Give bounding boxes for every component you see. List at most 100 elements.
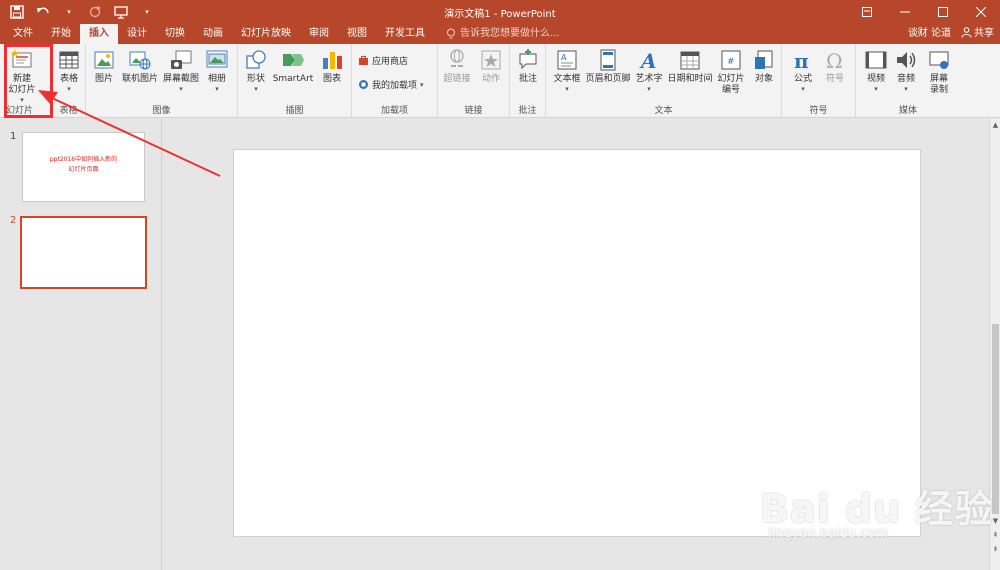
svg-text:A: A [561,53,567,62]
hyperlink-label: 超链接 [443,74,471,84]
svg-text:#: # [727,57,735,67]
person-icon [961,27,972,38]
tab-review[interactable]: 审阅 [300,24,338,44]
share-button[interactable]: 共享 [961,24,994,44]
slide-thumbnail-pane[interactable]: 1 ppt2016中如何插入新的 幻灯片页面 2 [0,119,162,570]
slide-number-button[interactable]: # 幻灯片 编号 [714,48,748,96]
equation-button[interactable]: π 公式 ▾ [788,48,818,93]
audio-button[interactable]: 音频 ▾ [892,48,920,93]
maximize-button[interactable] [924,0,962,24]
online-picture-label: 联机图片 [121,74,158,84]
symbol-button[interactable]: Ω 符号 [820,48,850,85]
group-tables: 表格 ▾ 表格 [52,44,86,118]
picture-icon [94,51,114,69]
minimize-button[interactable] [886,0,924,24]
wordart-icon: A [639,49,657,72]
tab-animations[interactable]: 动画 [194,24,232,44]
slide-thumbnail-1-text: ppt2016中如何插入新的 幻灯片页面 [49,156,118,173]
window-controls [848,0,1000,24]
comment-button[interactable]: 批注 [514,48,542,85]
group-label-links: 链接 [464,106,483,116]
table-icon [59,51,79,69]
chevron-down-icon: ▾ [215,85,219,93]
scrollbar-thumb[interactable] [992,324,999,514]
maximize-icon [938,7,948,17]
slide-thumbnail-1[interactable]: ppt2016中如何插入新的 幻灯片页面 [22,132,145,202]
album-button[interactable]: 相册 ▾ [202,48,232,93]
title-bar: ▾ ▾ 演示文稿1 - PowerPoint [0,0,1000,24]
screen-record-button[interactable]: 屏幕 录制 [924,48,954,96]
table-button[interactable]: 表格 ▾ [54,48,84,93]
share-label: 共享 [974,28,994,39]
tab-insert[interactable]: 插入 [80,24,118,44]
tab-home[interactable]: 开始 [42,24,80,44]
group-illustrations: 形状 ▾ SmartArt 图表 插图 [238,44,352,118]
group-label-symbols: 符号 [809,106,828,116]
screen-record-icon [929,51,949,69]
audio-label: 音频 [896,74,915,84]
store-button[interactable]: 应用商店 [358,54,408,67]
scroll-up-icon[interactable]: ▲ [991,121,1000,130]
screen-record-label: 屏幕 录制 [929,74,948,95]
omega-icon: Ω [826,49,843,72]
online-picture-icon [129,51,151,70]
tab-file[interactable]: 文件 [4,24,42,44]
chevron-down-icon: ▾ [647,85,651,93]
new-slide-button[interactable]: 新建 幻灯片 ▾ [4,48,40,104]
hyperlink-button[interactable]: 超链接 [440,48,474,85]
comment-label: 批注 [518,74,537,84]
header-footer-icon [600,49,616,71]
object-button[interactable]: 对象 [750,48,778,85]
next-slide-icon[interactable]: ⇟ [991,545,1000,554]
slide-number-1: 1 [10,131,17,142]
action-button[interactable]: 动作 [476,48,506,85]
group-text: A 文本框 ▾ 页眉和页脚 A 艺术字 ▾ 日期和时间 # 幻灯片 编号 对象 … [546,44,782,118]
close-button[interactable] [962,0,1000,24]
speaker-icon [897,52,916,68]
wordart-label: 艺术字 [635,74,663,84]
slide-thumbnail-2[interactable] [20,216,147,289]
hyperlink-icon [450,49,464,67]
tab-slideshow[interactable]: 幻灯片放映 [232,24,300,44]
scroll-down-icon[interactable]: ▼ [991,517,1000,526]
ribbon-options-icon [862,7,872,17]
svg-text:π: π [794,49,809,72]
tab-view[interactable]: 视图 [338,24,376,44]
svg-text:A: A [639,49,657,72]
header-footer-button[interactable]: 页眉和页脚 [584,48,632,85]
datetime-button[interactable]: 日期和时间 [666,48,714,85]
online-picture-button[interactable]: 联机图片 [120,48,160,85]
group-label-images: 图像 [152,106,171,116]
action-label: 动作 [481,74,500,84]
slide-edit-area [163,119,989,570]
smartart-label: SmartArt [272,74,314,84]
screenshot-button[interactable]: 屏幕截图 ▾ [162,48,200,93]
shapes-button[interactable]: 形状 ▾ [242,48,270,93]
textbox-button[interactable]: A 文本框 ▾ [550,48,584,93]
textbox-label: 文本框 [553,74,581,84]
ribbon-display-button[interactable] [848,0,886,24]
smartart-button[interactable]: SmartArt [272,48,314,85]
my-addins-button[interactable]: 我的加载项 ▾ [358,78,424,91]
group-label-addins: 加载项 [380,106,408,116]
current-slide-canvas[interactable] [233,149,921,537]
chevron-down-icon: ▾ [420,80,424,89]
tab-transitions[interactable]: 切换 [156,24,194,44]
tell-me-box[interactable]: 告诉我您想要做什么... [434,24,560,44]
wordart-button[interactable]: A 艺术字 ▾ [634,48,664,93]
shapes-label: 形状 [246,74,265,84]
user-name[interactable]: 谈财 论道 [908,24,951,44]
tab-developer[interactable]: 开发工具 [376,24,434,44]
photo-album-icon [206,50,228,68]
group-media: 视频 ▾ 音频 ▾ 屏幕 录制 媒体 [856,44,960,118]
account-area: 谈财 论道 共享 [908,24,994,44]
previous-slide-icon[interactable]: ⇞ [991,531,1000,540]
group-images: 图片 联机图片 屏幕截图 ▾ 相册 ▾ 图像 [86,44,238,118]
lightbulb-icon [447,28,455,39]
video-button[interactable]: 视频 ▾ [862,48,890,93]
vertical-scrollbar[interactable]: ▲ ▼ ⇞ ⇟ [989,119,1000,570]
picture-button[interactable]: 图片 [90,48,118,85]
chart-button[interactable]: 图表 [318,48,346,85]
pi-icon: π [794,49,809,72]
tab-design[interactable]: 设计 [118,24,156,44]
